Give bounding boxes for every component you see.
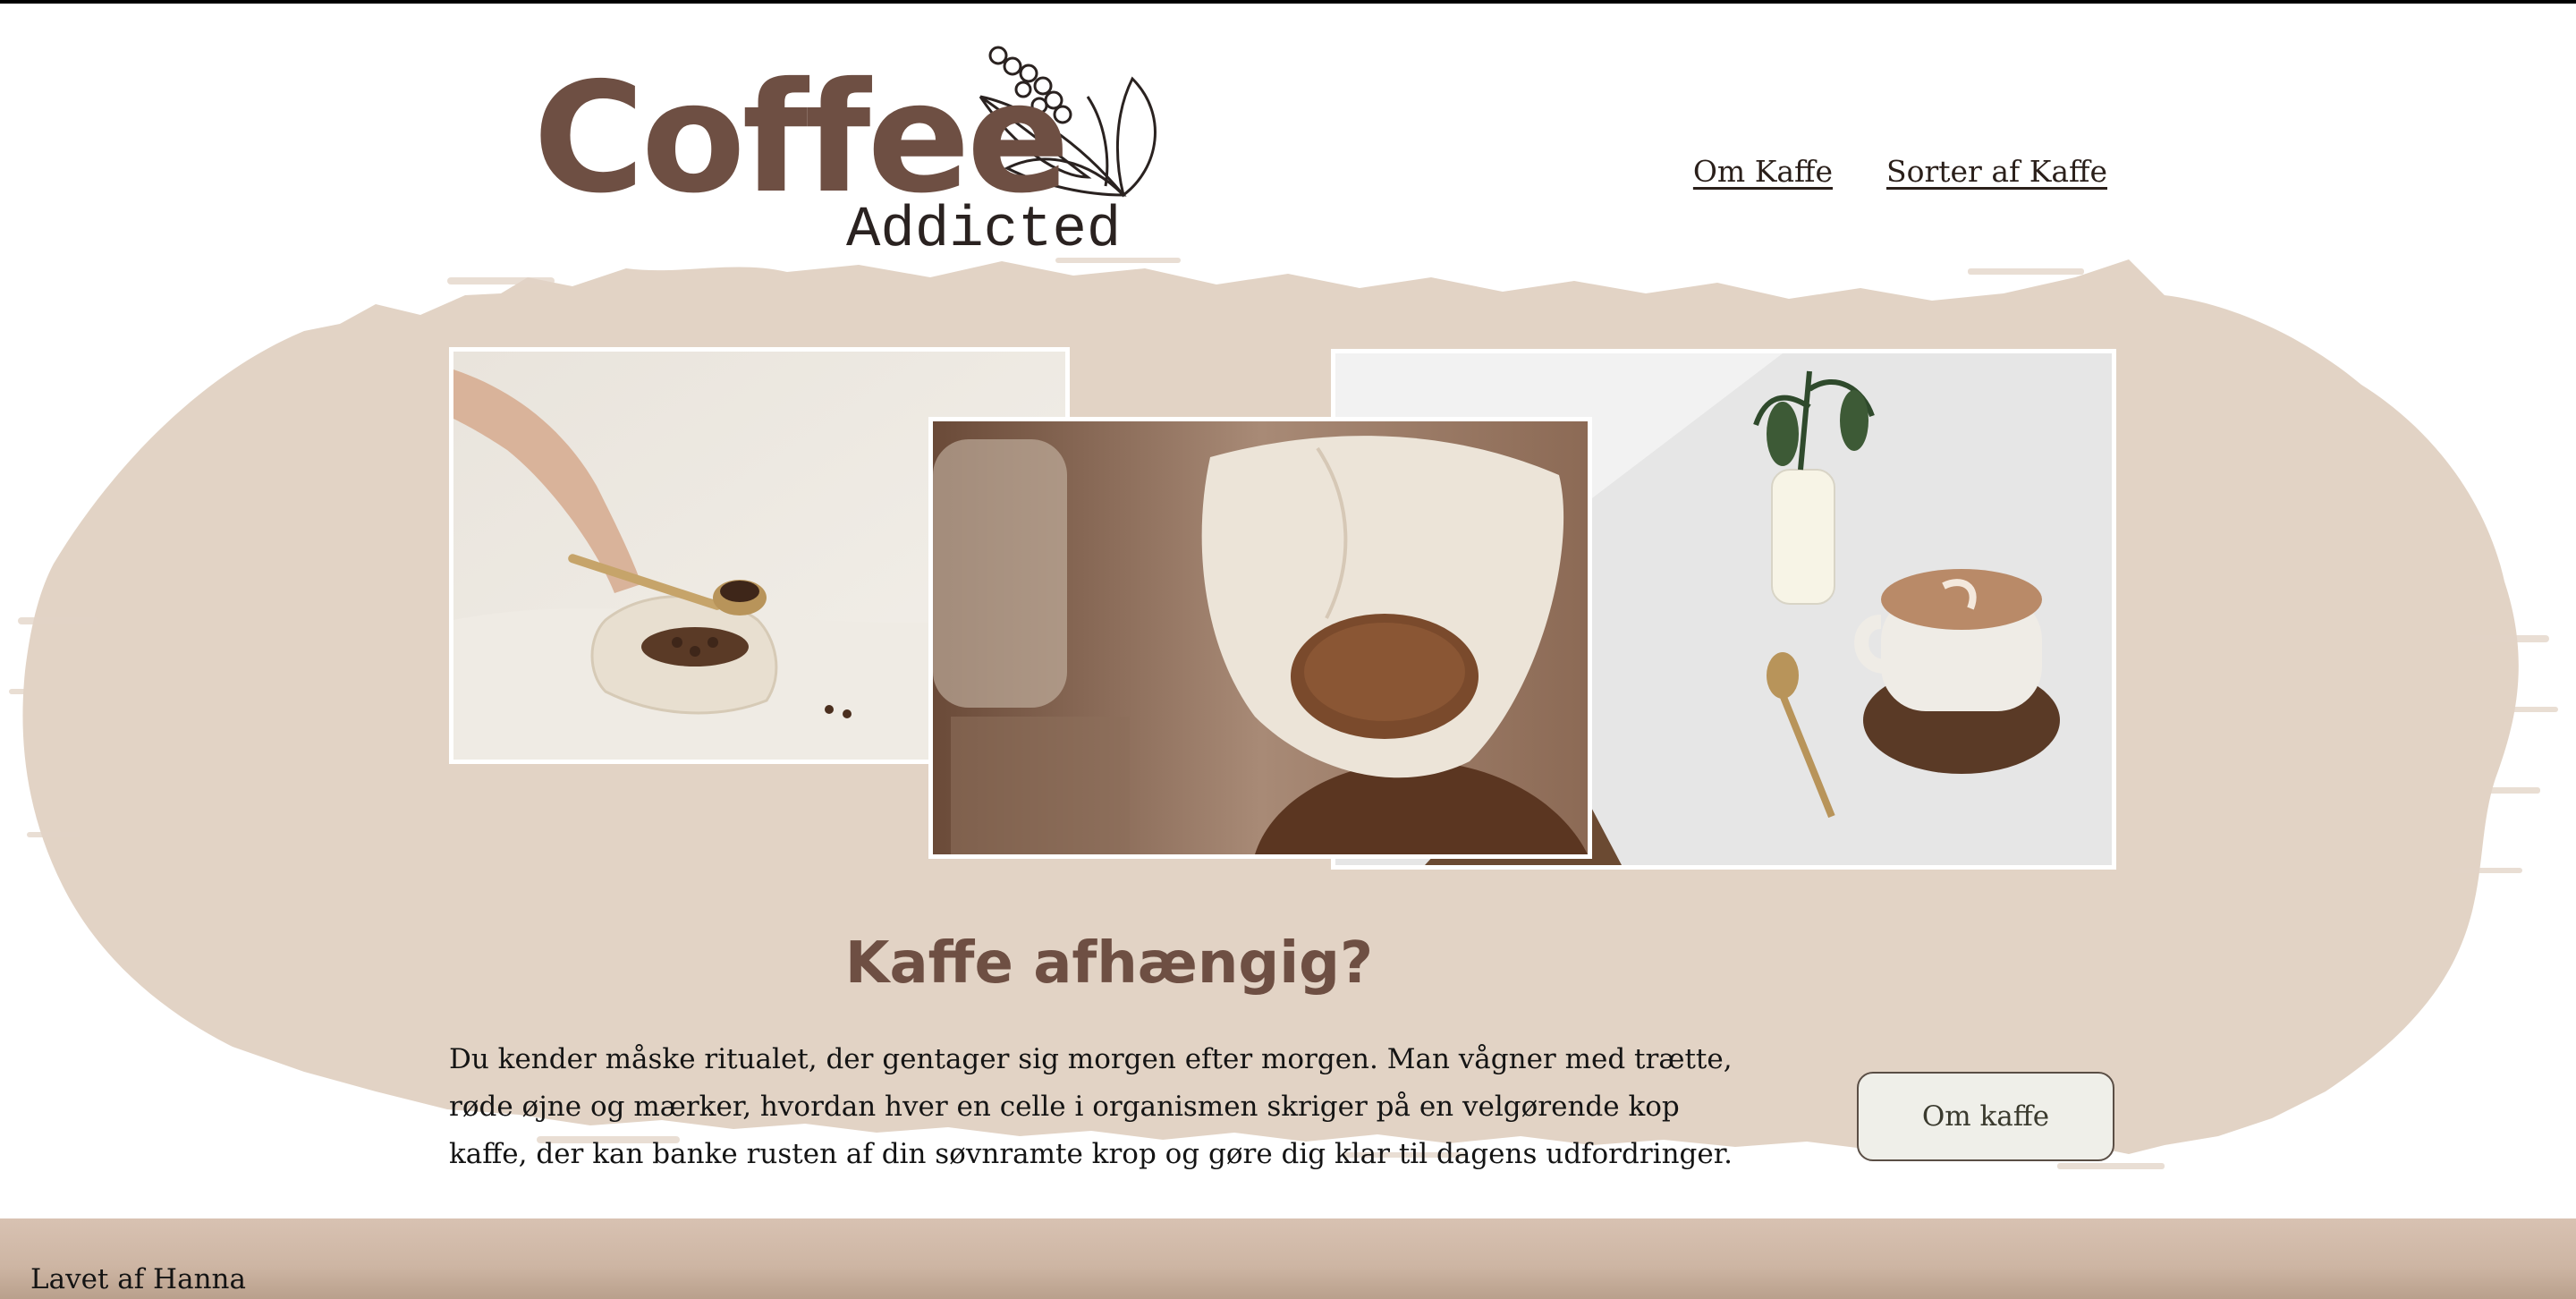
photo-coffee-filter xyxy=(928,417,1592,859)
main-nav: Om Kaffe Sorter af Kaffe xyxy=(1693,154,2107,189)
hero-intro-text: Du kender måske ritualet, der gentager s… xyxy=(449,1043,1733,1170)
nav-link-sorter-af-kaffe[interactable]: Sorter af Kaffe xyxy=(1886,154,2107,189)
hero-heading: Kaffe afhængig? xyxy=(844,930,1374,997)
top-border xyxy=(0,0,2576,4)
site-logo[interactable]: Coffee Addicted xyxy=(533,43,1177,267)
om-kaffe-button[interactable]: Om kaffe xyxy=(1857,1072,2114,1161)
footer-credit: Lavet af Hanna xyxy=(30,1263,246,1295)
logo-subtitle: Addicted xyxy=(846,199,1122,263)
site-footer: Lavet af Hanna xyxy=(0,1218,2576,1299)
nav-link-om-kaffe[interactable]: Om Kaffe xyxy=(1693,154,1833,189)
logo-wordmark: Coffee xyxy=(533,50,1070,227)
